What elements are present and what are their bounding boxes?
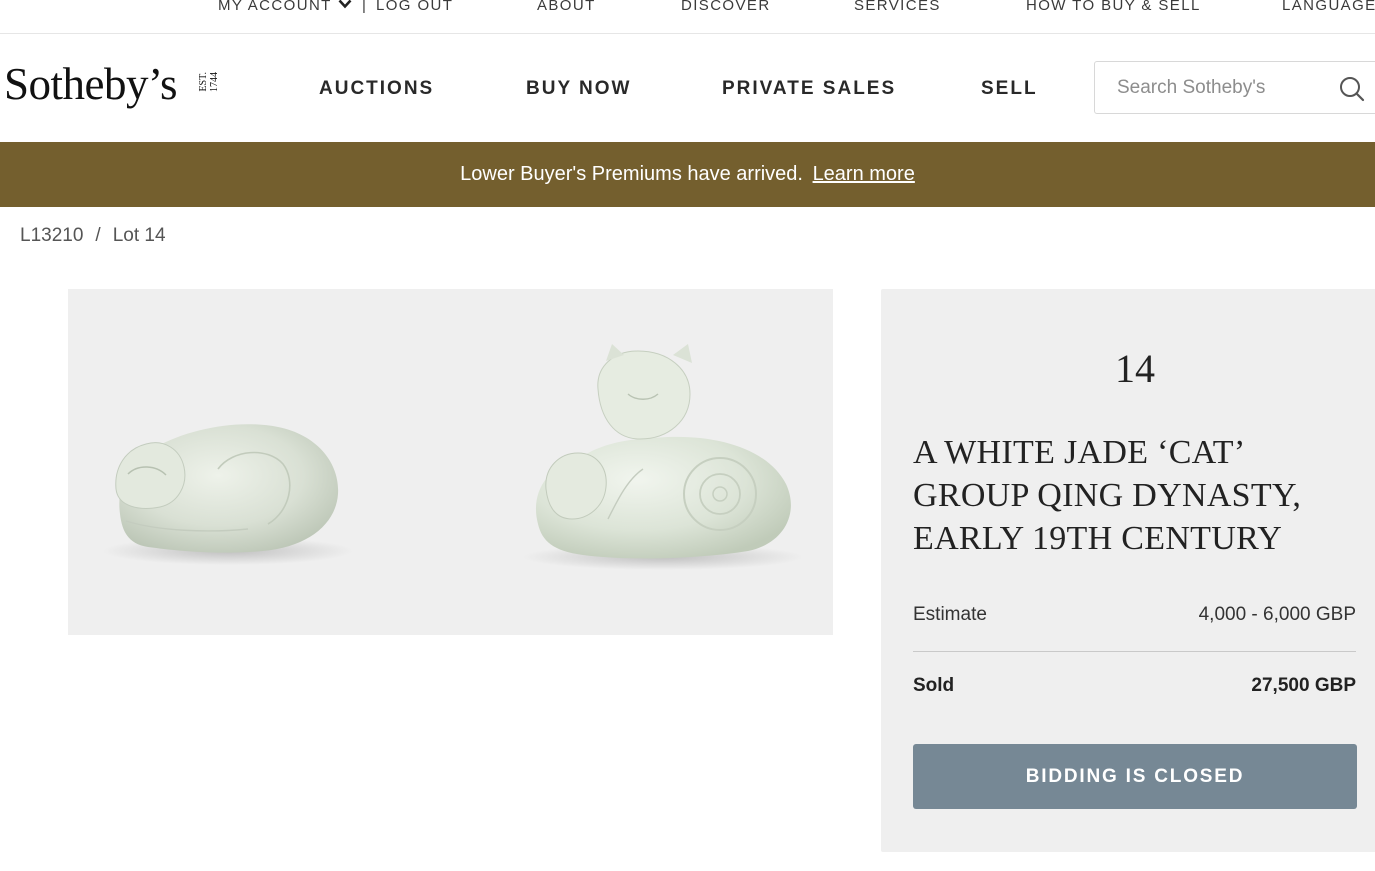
estimate-label: Estimate bbox=[913, 604, 987, 625]
logo-est-mark: EST. 1744 bbox=[198, 72, 222, 98]
estimate-row: Estimate 4,000 - 6,000 GBP bbox=[913, 604, 1356, 626]
log-out-link[interactable]: LOG OUT bbox=[376, 0, 453, 14]
how-to-buy-sell-link[interactable]: HOW TO BUY & SELL bbox=[1026, 0, 1201, 14]
promo-banner: Lower Buyer's Premiums have arrived. Lea… bbox=[0, 142, 1375, 207]
nav-buy-now[interactable]: BUY NOW bbox=[526, 78, 631, 100]
about-link[interactable]: ABOUT bbox=[537, 0, 596, 14]
bidding-closed-button[interactable]: BIDDING IS CLOSED bbox=[913, 744, 1357, 809]
logo-wordmark: Sotheby’s bbox=[4, 59, 178, 109]
topbar-separator: | bbox=[362, 0, 366, 14]
banner-content: Lower Buyer's Premiums have arrived. Lea… bbox=[0, 163, 1375, 186]
search-input[interactable] bbox=[1117, 62, 1327, 113]
discover-link[interactable]: DISCOVER bbox=[681, 0, 771, 14]
nav-sell[interactable]: SELL bbox=[981, 78, 1038, 100]
sold-value: 27,500 GBP bbox=[1251, 675, 1356, 696]
jade-cat-photo bbox=[103, 344, 803, 570]
nav-auctions[interactable]: AUCTIONS bbox=[319, 78, 434, 100]
sold-row: Sold 27,500 GBP bbox=[913, 675, 1356, 697]
lot-image[interactable] bbox=[68, 289, 833, 635]
lot-number: 14 bbox=[1115, 346, 1155, 391]
chevron-down-icon bbox=[338, 0, 352, 9]
logo-est-label: EST. bbox=[198, 72, 209, 92]
nav-private-sales[interactable]: PRIVATE SALES bbox=[722, 78, 896, 100]
my-account-label: MY ACCOUNT bbox=[218, 0, 332, 14]
logo-est-year: 1744 bbox=[209, 72, 220, 92]
search-box bbox=[1094, 61, 1375, 114]
lot-title: A WHITE JADE ‘CAT’ GROUP QING DYNASTY, E… bbox=[913, 434, 1302, 557]
learn-more-link[interactable]: Learn more bbox=[813, 163, 915, 185]
lot-info-card: 14 A WHITE JADE ‘CAT’ GROUP QING DYNASTY… bbox=[881, 289, 1375, 852]
estimate-value: 4,000 - 6,000 GBP bbox=[1198, 604, 1356, 625]
banner-text: Lower Buyer's Premiums have arrived. bbox=[460, 163, 803, 185]
breadcrumb-separator: / bbox=[95, 225, 101, 246]
language-link[interactable]: LANGUAGE bbox=[1282, 0, 1375, 14]
card-divider bbox=[913, 651, 1356, 652]
services-link[interactable]: SERVICES bbox=[854, 0, 941, 14]
my-account-link[interactable]: MY ACCOUNT bbox=[218, 0, 352, 14]
search-icon[interactable] bbox=[1339, 76, 1365, 102]
sothebys-logo[interactable]: Sotheby’s EST. 1744 bbox=[4, 56, 220, 112]
utility-bar: MY ACCOUNT | LOG OUT ABOUT DISCOVER SERV… bbox=[0, 0, 1375, 34]
breadcrumb-lot: Lot 14 bbox=[112, 225, 166, 246]
breadcrumb: L13210 / Lot 14 bbox=[20, 225, 166, 247]
breadcrumb-sale[interactable]: L13210 bbox=[20, 225, 83, 246]
sold-label: Sold bbox=[913, 675, 955, 696]
main-header: Sotheby’s EST. 1744 AUCTIONS BUY NOW PRI… bbox=[0, 34, 1375, 142]
